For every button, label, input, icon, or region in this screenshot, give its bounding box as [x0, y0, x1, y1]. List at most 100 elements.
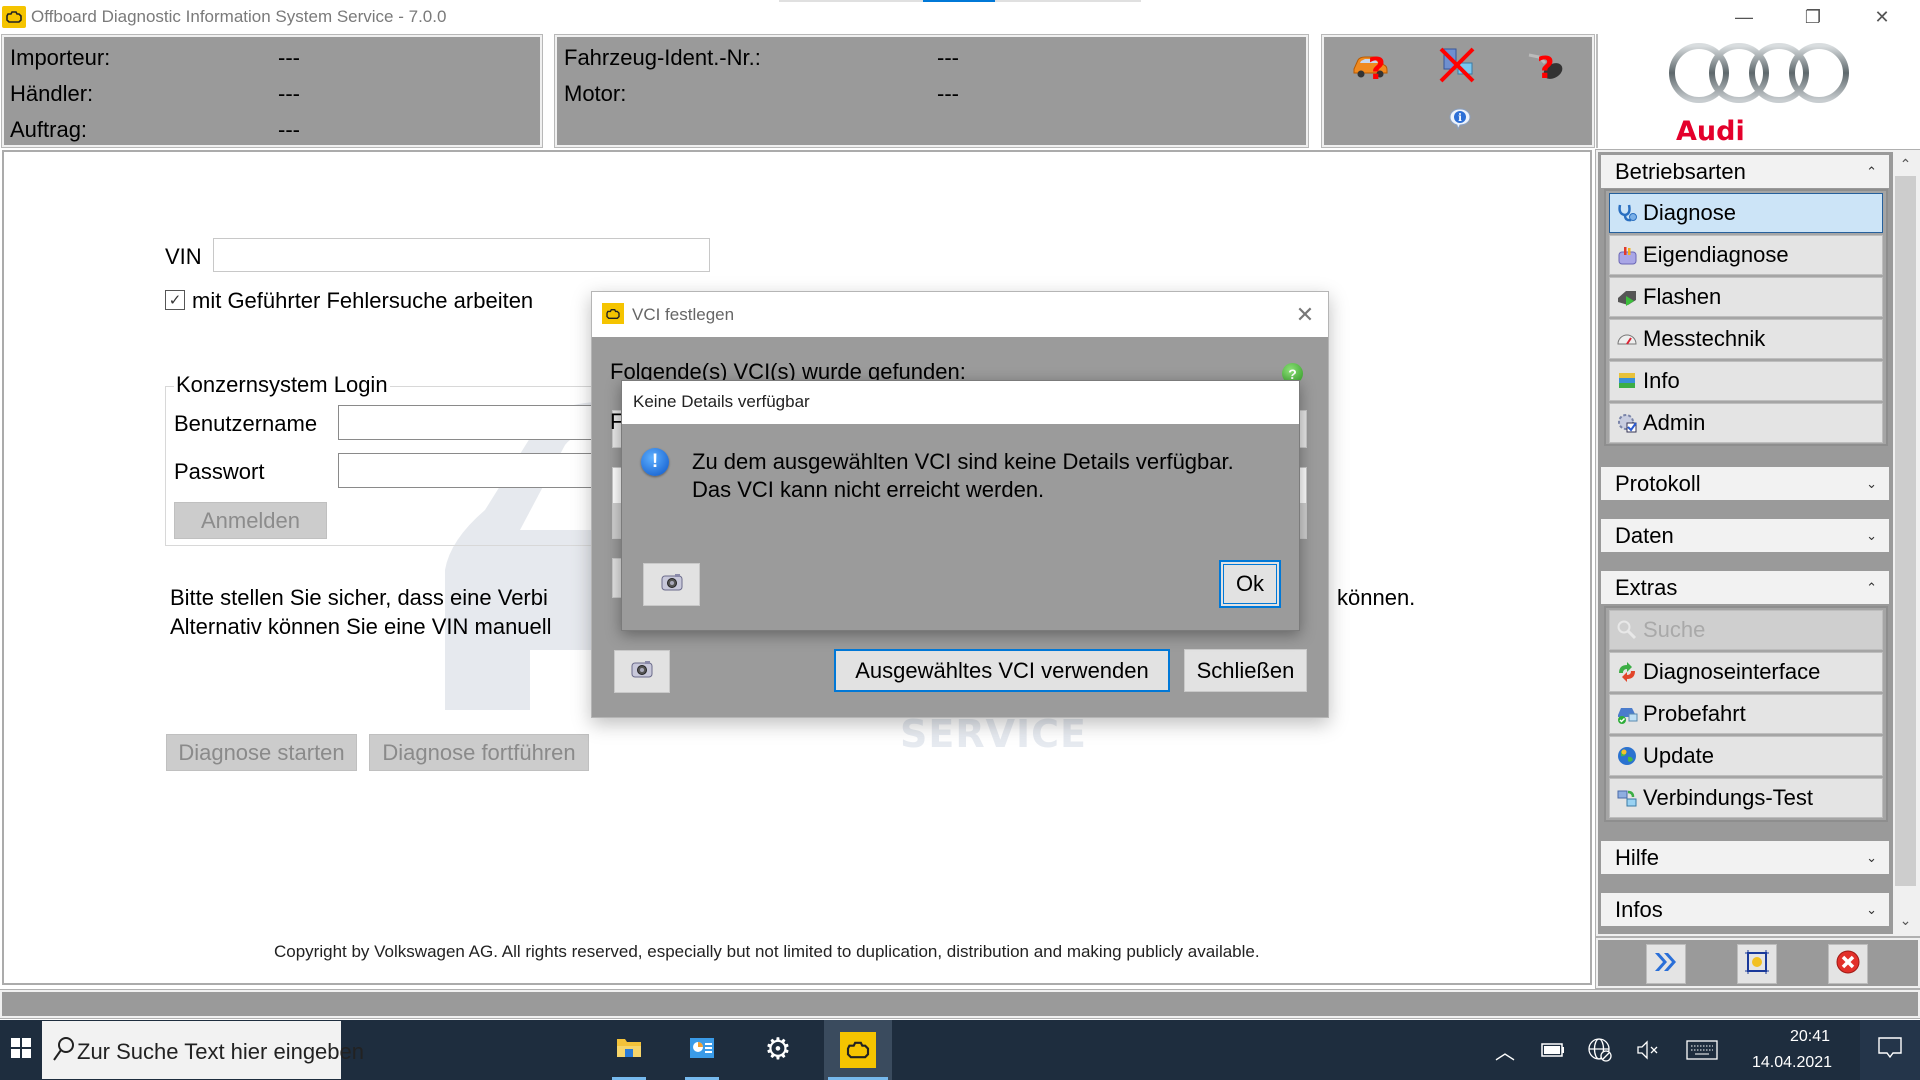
- audi-rings-logo: [1669, 43, 1849, 103]
- sidebar-item-verbindungs-test[interactable]: Verbindungs-Test: [1609, 778, 1883, 818]
- section-daten[interactable]: Daten ⌄: [1601, 519, 1889, 552]
- close-vci-dialog-button[interactable]: Schließen: [1184, 649, 1307, 692]
- volume-muted-icon[interactable]: [1633, 1020, 1663, 1080]
- connection-hint-line2: Alternativ können Sie eine VIN manuell: [170, 614, 552, 639]
- sidebar-item-suche[interactable]: Suche: [1609, 610, 1883, 650]
- copyright-text: Copyright by Volkswagen AG. All rights r…: [274, 942, 1260, 961]
- sidebar-item-diagnose[interactable]: Diagnose: [1609, 193, 1883, 233]
- toolbox-icon: [1615, 243, 1639, 267]
- order-value: ---: [278, 117, 300, 142]
- forward-button[interactable]: [1646, 944, 1686, 984]
- search-placeholder[interactable]: Zur Suche Text hier eingeben: [77, 1039, 364, 1065]
- sidebar-item-label: Probefahrt: [1643, 701, 1746, 726]
- action-center-button[interactable]: [1860, 1020, 1920, 1080]
- engine-label: Motor:: [564, 81, 627, 106]
- clock-date[interactable]: 14.04.2021: [1742, 1054, 1842, 1072]
- service-watermark: SERVICE: [900, 712, 1087, 756]
- start-diagnosis-button[interactable]: Diagnose starten: [166, 734, 357, 771]
- connection-hint-line1-end: können.: [1337, 585, 1416, 610]
- windows-logo-icon: [10, 1037, 32, 1064]
- section-betriebsarten[interactable]: Betriebsarten ⌃: [1601, 155, 1889, 188]
- status-icons-panel: ? ? i: [1321, 34, 1595, 148]
- forward-icon: [1653, 951, 1679, 978]
- svg-text:?: ?: [1368, 52, 1385, 83]
- vin-header-value: ---: [937, 45, 959, 70]
- flash-play-icon: [1615, 285, 1639, 309]
- login-button[interactable]: Anmelden: [174, 502, 327, 539]
- password-label: Passwort: [174, 459, 265, 484]
- vin-input[interactable]: [213, 238, 710, 272]
- scrollbar-thumb[interactable]: [1895, 176, 1916, 886]
- use-selected-vci-button[interactable]: Ausgewähltes VCI verwenden: [834, 649, 1170, 692]
- fit-window-button[interactable]: [1737, 944, 1777, 984]
- section-protokoll[interactable]: Protokoll ⌄: [1601, 467, 1889, 500]
- section-extras[interactable]: Extras ⌃: [1601, 571, 1889, 604]
- network-test-icon: [1615, 786, 1639, 810]
- camera-icon: [660, 572, 684, 597]
- sidebar-item-admin[interactable]: Admin: [1609, 403, 1883, 443]
- vci-dialog-close-button[interactable]: ✕: [1290, 300, 1320, 330]
- sidebar-item-diagnoseinterface[interactable]: Diagnoseinterface: [1609, 652, 1883, 692]
- minimize-button[interactable]: —: [1714, 0, 1774, 34]
- taskbar-file-explorer[interactable]: [608, 1020, 650, 1080]
- betriebsarten-items: Diagnose Eigendiagnose Flashen Messtechn…: [1604, 189, 1888, 446]
- guided-troubleshooting-label[interactable]: mit Geführter Fehlersuche arbeiten: [192, 288, 533, 314]
- importer-value: ---: [278, 45, 300, 70]
- books-icon: [1615, 369, 1639, 393]
- vehicle-unknown-icon[interactable]: ?: [1351, 47, 1389, 88]
- vci-unknown-icon[interactable]: ?: [1527, 47, 1565, 88]
- sidebar-item-info[interactable]: Info: [1609, 361, 1883, 401]
- exit-icon: [1835, 949, 1861, 980]
- start-button[interactable]: [0, 1020, 42, 1080]
- sidebar-item-probefahrt[interactable]: Probefahrt: [1609, 694, 1883, 734]
- scroll-down-button[interactable]: ⌄: [1893, 908, 1918, 932]
- network-icon[interactable]: [1585, 1020, 1615, 1080]
- touch-keyboard-icon[interactable]: [1684, 1020, 1720, 1080]
- expand-icon: ⌄: [1866, 849, 1877, 865]
- vci-screenshot-button[interactable]: [614, 650, 670, 693]
- stethoscope-icon: [1615, 201, 1639, 225]
- server-disconnected-icon[interactable]: [1438, 47, 1476, 88]
- clock-time[interactable]: 20:41: [1764, 1028, 1856, 1046]
- sidebar-item-flashen[interactable]: Flashen: [1609, 277, 1883, 317]
- settings-icon: ⚙: [764, 1033, 792, 1066]
- sidebar-item-update[interactable]: Update: [1609, 736, 1883, 776]
- show-hidden-icons-button[interactable]: ︿: [1490, 1020, 1520, 1080]
- guided-troubleshooting-checkbox[interactable]: ✓: [165, 290, 185, 310]
- restore-button[interactable]: ❐: [1783, 0, 1843, 34]
- login-legend: Konzernsystem Login: [174, 372, 390, 398]
- taskbar-settings[interactable]: ⚙: [757, 1020, 799, 1080]
- continue-diagnosis-button[interactable]: Diagnose fortführen: [369, 734, 589, 771]
- chevron-down-icon: ⌄: [1899, 911, 1912, 928]
- vin-header-label: Fahrzeug-Ident.-Nr.:: [564, 45, 761, 70]
- battery-icon[interactable]: [1538, 1020, 1568, 1080]
- odis-app-icon: [2, 6, 26, 28]
- exit-button[interactable]: [1828, 944, 1868, 984]
- tab-indicator: [995, 0, 1141, 2]
- odis-app-icon: [602, 303, 624, 324]
- sidebar-item-label: Diagnoseinterface: [1643, 659, 1821, 684]
- section-hilfe[interactable]: Hilfe ⌄: [1601, 841, 1889, 874]
- expand-icon: ⌄: [1866, 475, 1877, 491]
- section-title: Infos: [1615, 896, 1663, 922]
- message-screenshot-button[interactable]: [643, 563, 700, 606]
- ok-button[interactable]: Ok: [1219, 560, 1281, 608]
- sidebar-item-messtechnik[interactable]: Messtechnik: [1609, 319, 1883, 359]
- scroll-up-button[interactable]: ⌃: [1893, 152, 1918, 176]
- close-button[interactable]: ✕: [1852, 0, 1912, 34]
- section-infos[interactable]: Infos ⌄: [1601, 893, 1889, 926]
- tab-indicator: [779, 0, 923, 2]
- expand-icon: ⌄: [1866, 901, 1877, 917]
- svg-text:?: ?: [1537, 51, 1554, 83]
- info-icon[interactable]: i: [1448, 107, 1472, 136]
- svg-text:i: i: [1458, 113, 1462, 124]
- taskbar-odis[interactable]: [824, 1020, 892, 1080]
- section-title: Protokoll: [1615, 470, 1701, 496]
- vin-label: VIN: [165, 244, 202, 269]
- connection-hint-line1: Bitte stellen Sie sicher, dass eine Verb…: [170, 585, 548, 610]
- taskbar-control-panel[interactable]: [681, 1020, 723, 1080]
- collapse-icon: ⌃: [1866, 579, 1877, 595]
- sidebar-item-label: Info: [1643, 368, 1680, 393]
- section-title: Extras: [1615, 574, 1678, 600]
- sidebar-item-eigendiagnose[interactable]: Eigendiagnose: [1609, 235, 1883, 275]
